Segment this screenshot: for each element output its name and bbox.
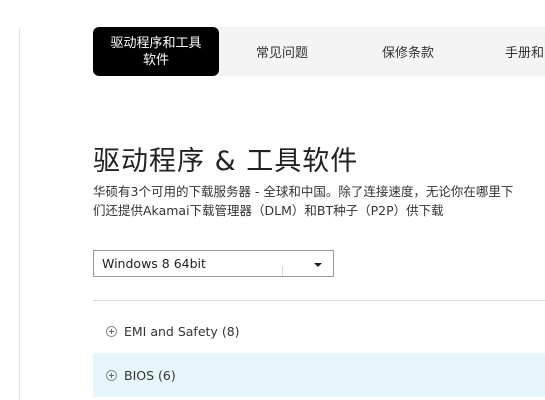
description-line: 们还提供Akamai下载管理器（DLM）和BT种子（P2P）供下载	[93, 203, 444, 218]
tab-drivers-and-tools[interactable]: 驱动程序和工具 软件	[93, 27, 219, 76]
left-divider	[19, 28, 20, 400]
os-select-dropdown[interactable]: Windows 8 64bit	[93, 250, 334, 277]
os-select-value: Windows 8 64bit	[102, 256, 206, 271]
caret-down-icon	[314, 263, 322, 267]
tab-label-line1: 驱动程序和工具	[110, 35, 202, 51]
description: 华硕有3个可用的下载服务器 - 全球和中国。除了连接速度，无论你在哪里下 们还提…	[93, 182, 545, 220]
tab-label-line2: 软件	[142, 52, 169, 68]
tab-label: 常见问题	[255, 46, 308, 61]
tab-bar: 驱动程序和工具 软件 常见问题 保修条款 手册和	[93, 27, 545, 76]
tab-warranty[interactable]: 保修条款	[345, 27, 471, 76]
category-name: BIOS	[124, 367, 155, 383]
page-title: 驱动程序 & 工具软件	[93, 146, 359, 177]
description-line: 华硕有3个可用的下载服务器 - 全球和中国。除了连接速度，无论你在哪里下	[93, 184, 514, 199]
tab-label: 手册和	[505, 46, 545, 61]
category-bios[interactable]: BIOS (6)	[93, 353, 545, 397]
tab-faq[interactable]: 常见问题	[219, 27, 345, 76]
category-count: (8)	[221, 323, 240, 339]
list-divider	[93, 300, 545, 301]
plus-circle-icon[interactable]	[106, 325, 117, 337]
tab-label: 保修条款	[381, 46, 434, 61]
plus-circle-icon[interactable]	[106, 369, 117, 381]
page: 驱动程序和工具 软件 常见问题 保修条款 手册和 驱动程序 & 工具软件 华硕有…	[0, 0, 545, 400]
category-count: (6)	[158, 367, 176, 383]
select-divider	[282, 266, 283, 276]
category-emi-and-safety[interactable]: EMI and Safety (8)	[93, 309, 545, 353]
category-name: EMI and Safety	[124, 323, 218, 339]
tab-manuals[interactable]: 手册和	[471, 27, 545, 76]
